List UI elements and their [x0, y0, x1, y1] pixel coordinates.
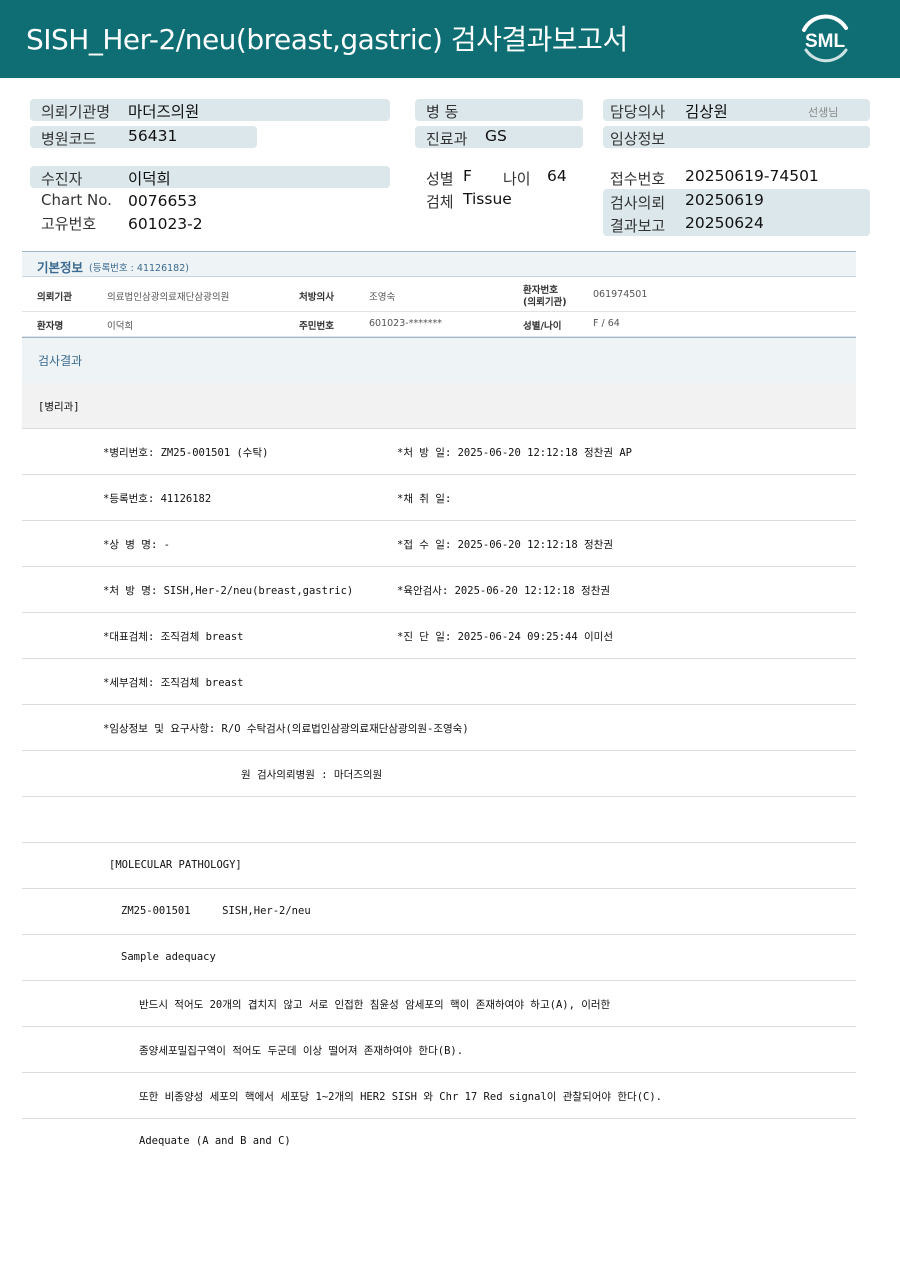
report-title: SISH_Her-2/neu(breast,gastric) 검사결과보고서: [26, 23, 628, 56]
request-label: 검사의뢰: [610, 194, 666, 212]
specimen-label: 검체: [426, 193, 454, 211]
result-line: *등록번호: 41126182 *채 취 일:: [22, 475, 856, 521]
field-key-patient-name: 환자명: [37, 321, 64, 332]
chart-value: 0076653: [128, 192, 198, 210]
doctor-value: 김상원: [685, 103, 728, 121]
report-label: 결과보고: [610, 217, 666, 235]
institution-value: 마더즈의원: [128, 103, 200, 121]
uid-label: 고유번호: [41, 215, 97, 233]
dept-label: [병리과]: [38, 401, 80, 413]
ward-label: 병 동: [426, 103, 459, 121]
result-line: *처 방 명: SISH,Her-2/neu(breast,gastric) *…: [22, 567, 856, 613]
institution-label: 의뢰기관명: [41, 103, 111, 121]
field-value-prescriber: 조영숙: [369, 292, 396, 303]
doctor-suffix: 선생님: [808, 106, 839, 119]
result-line: *임상정보 및 요구사항: R/O 수탁검사(의료법인삼광의료재단삼광의원-조영…: [22, 705, 856, 751]
field-key-institution: 의뢰기관: [37, 292, 72, 303]
patient-label: 수진자: [41, 170, 83, 188]
sml-logo: SML: [802, 14, 848, 63]
results-header: 검사결과: [22, 337, 856, 383]
result-line-left: *상 병 명: -: [103, 539, 170, 551]
result-line-right: *접 수 일: 2025-06-20 12:12:18 정찬권: [397, 539, 613, 551]
result-line-left: *임상정보 및 요구사항: R/O 수탁검사(의료법인삼광의료재단삼광의원-조영…: [103, 723, 469, 735]
basic-info-row-1: 의뢰기관 의료법인삼광의료재단삼광의원 처방의사 조영숙 환자번호 (의뢰기관)…: [22, 277, 856, 312]
result-line-left: *등록번호: 41126182: [103, 493, 212, 505]
field-value-institution: 의료법인삼광의료재단삼광의원: [107, 292, 230, 303]
request-value: 20250619: [685, 191, 764, 209]
result-line-right: *진 단 일: 2025-06-24 09:25:44 이미선: [397, 631, 613, 643]
conclusion-text: Adequate (A and B and C): [139, 1135, 291, 1147]
report-header: SISH_Her-2/neu(breast,gastric) 검사결과보고서 S…: [0, 0, 900, 78]
clinical-label: 임상정보: [610, 130, 666, 148]
origin-hospital-row: 원 검사의뢰병원 : 마더즈의원: [22, 751, 856, 797]
age-value: 64: [547, 167, 567, 185]
field-value-patient-name: 이덕희: [107, 321, 134, 332]
dept-row: [병리과]: [22, 383, 856, 429]
result-line-left: *병리번호: ZM25-001501 (수탁): [103, 447, 269, 459]
result-line-left: *처 방 명: SISH,Her-2/neu(breast,gastric): [103, 585, 354, 597]
receipt-label: 접수번호: [610, 170, 666, 188]
criteria-row-a: 반드시 적어도 20개의 겹치지 않고 서로 인접한 침윤성 암세포의 핵이 존…: [22, 981, 856, 1027]
mp-id-text: ZM25-001501 SISH,Her-2/neu: [121, 905, 311, 917]
field-key-resident-no: 주민번호: [299, 321, 334, 332]
basic-info-section: 기본정보 (등록번호 : 41126182) 의뢰기관 의료법인삼광의료재단삼광…: [22, 251, 856, 337]
result-line-right: *처 방 일: 2025-06-20 12:12:18 정찬권 AP: [397, 447, 632, 459]
dept-value: GS: [485, 127, 507, 145]
result-line: *병리번호: ZM25-001501 (수탁) *처 방 일: 2025-06-…: [22, 429, 856, 475]
field-value-sex-age: F / 64: [593, 318, 620, 329]
result-line-right: *채 취 일:: [397, 493, 452, 505]
uid-value: 601023-2: [128, 215, 203, 233]
svg-text:SML: SML: [805, 31, 846, 52]
field-value-patient-no: 061974501: [593, 289, 648, 300]
origin-hospital-text: 원 검사의뢰병원 : 마더즈의원: [241, 769, 383, 781]
molecular-pathology-row: [MOLECULAR PATHOLOGY]: [22, 843, 856, 889]
sex-label: 성별: [426, 170, 454, 188]
molecular-pathology-header: [MOLECULAR PATHOLOGY]: [109, 859, 242, 871]
conclusion-row: Adequate (A and B and C): [22, 1119, 856, 1165]
result-line: *대표검체: 조직검체 breast *진 단 일: 2025-06-24 09…: [22, 613, 856, 659]
basic-info-header: 기본정보 (등록번호 : 41126182): [22, 251, 856, 277]
criteria-text-a: 반드시 적어도 20개의 겹치지 않고 서로 인접한 침윤성 암세포의 핵이 존…: [139, 999, 611, 1011]
specimen-value: Tissue: [463, 190, 512, 208]
adequacy-title: Sample adequacy: [121, 951, 216, 963]
criteria-row-b: 종양세포밀집구역이 적어도 두군데 이상 떨어져 존재하여야 한다(B).: [22, 1027, 856, 1073]
sex-value: F: [463, 167, 472, 185]
receipt-value: 20250619-74501: [685, 167, 819, 185]
field-value-resident-no: 601023-*******: [369, 318, 442, 329]
basic-info-title: 기본정보: [37, 260, 84, 275]
mp-id-row: ZM25-001501 SISH,Her-2/neu: [22, 889, 856, 935]
report-value: 20250624: [685, 214, 764, 232]
result-line: *상 병 명: - *접 수 일: 2025-06-20 12:12:18 정찬…: [22, 521, 856, 567]
result-line: *세부검체: 조직검체 breast: [22, 659, 856, 705]
result-line-right: *육안검사: 2025-06-20 12:12:18 정찬권: [397, 585, 611, 597]
dept-label: 진료과: [426, 130, 468, 148]
adequacy-row: Sample adequacy: [22, 935, 856, 981]
result-line-left: *대표검체: 조직검체 breast: [103, 631, 244, 643]
result-line-left: *세부검체: 조직검체 breast: [103, 677, 244, 689]
hospital-code-label: 병원코드: [41, 130, 97, 148]
criteria-text-c: 또한 비종양성 세포의 핵에서 세포당 1~2개의 HER2 SISH 와 Ch…: [139, 1091, 662, 1103]
field-key-sex-age: 성별/나이: [523, 321, 562, 332]
criteria-text-b: 종양세포밀집구역이 적어도 두군데 이상 떨어져 존재하여야 한다(B).: [139, 1045, 464, 1057]
chart-label: Chart No.: [41, 191, 112, 209]
doctor-label: 담당의사: [610, 103, 666, 121]
patient-value: 이덕희: [128, 170, 171, 188]
field-key-patient-no-sub: (의뢰기관): [523, 297, 567, 308]
hospital-code-value: 56431: [128, 127, 178, 145]
blank-row: [22, 797, 856, 843]
age-label: 나이: [503, 170, 531, 188]
patient-bar: [30, 166, 390, 188]
basic-info-row-2: 환자명 이덕희 주민번호 601023-******* 성별/나이 F / 64: [22, 312, 856, 337]
results-title: 검사결과: [38, 354, 83, 368]
basic-info-reg: (등록번호 : 41126182): [89, 263, 189, 274]
field-key-prescriber: 처방의사: [299, 292, 334, 303]
criteria-row-c: 또한 비종양성 세포의 핵에서 세포당 1~2개의 HER2 SISH 와 Ch…: [22, 1073, 856, 1119]
